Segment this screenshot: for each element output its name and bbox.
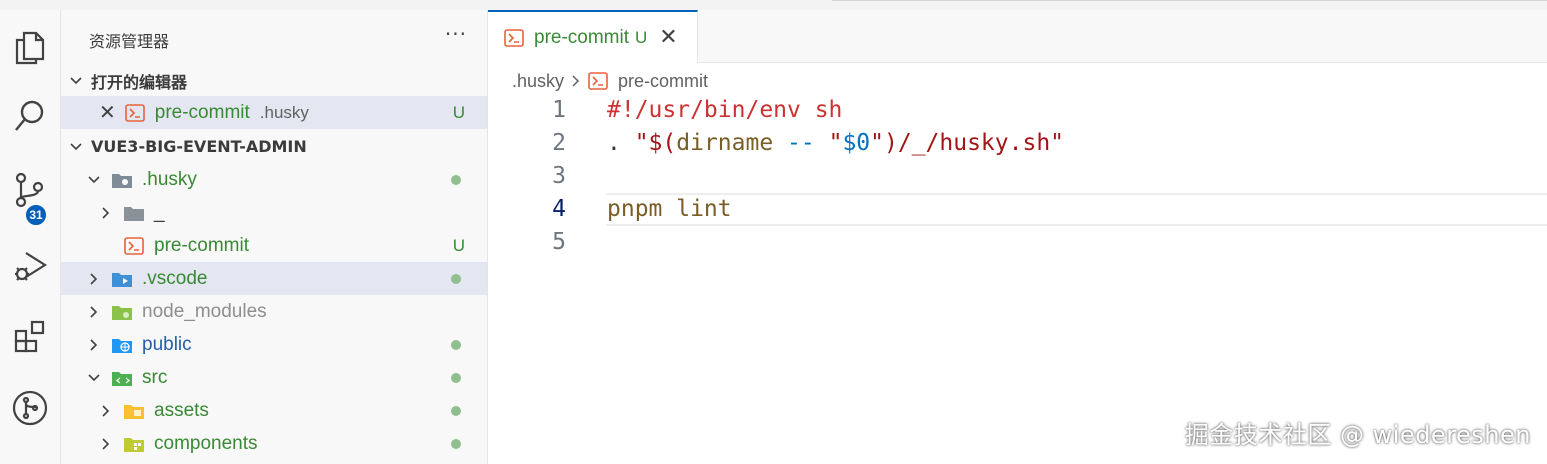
code-text: #!/usr/bin/env sh: [607, 97, 843, 123]
line-number: 1: [552, 97, 566, 123]
line-number: 4: [552, 196, 566, 222]
watermark: 掘金技术社区 @ wiedereshen: [1184, 421, 1531, 449]
chevron-down-icon: [67, 138, 85, 156]
tree-item-label: components: [154, 432, 258, 454]
untracked-status: U: [452, 102, 465, 122]
tree-item-label: node_modules: [142, 300, 267, 322]
line-number: 2: [552, 130, 566, 156]
tree-item-label: .husky: [142, 168, 197, 190]
more-actions-button[interactable]: ···: [445, 22, 467, 46]
breadcrumb: .husky pre-commit: [512, 68, 708, 94]
code-text: . "$(dirname -- "$0")/_/husky.sh": [607, 130, 1065, 156]
modified-dot: [451, 273, 461, 284]
tree-item-husky[interactable]: .husky: [61, 163, 487, 196]
code-line: 1 #!/usr/bin/env sh: [488, 94, 1547, 127]
open-editor-dir: .husky: [259, 102, 309, 122]
tree-item-src[interactable]: src: [61, 361, 487, 394]
explorer-title: 资源管理器: [89, 32, 170, 51]
tree-item-underscore[interactable]: _: [61, 196, 487, 229]
shell-file-icon: [588, 72, 608, 90]
untracked-status: U: [452, 235, 465, 255]
tab-label: pre-commit: [534, 26, 630, 48]
code-line: 5: [488, 226, 1547, 259]
close-icon[interactable]: ✕: [99, 100, 116, 125]
activity-bar: 31: [0, 10, 61, 464]
open-editor-name: pre-commit: [154, 101, 250, 123]
line-number: 3: [552, 163, 566, 189]
tree-item-node-modules[interactable]: node_modules: [61, 295, 487, 328]
project-header[interactable]: VUE3-BIG-EVENT-ADMIN: [61, 130, 487, 163]
modified-dot: [451, 372, 461, 383]
chevron-right-icon: [570, 74, 582, 88]
explorer-sidebar: 资源管理器 ··· 打开的编辑器 ✕ pre-commit .husky U V…: [61, 10, 488, 464]
tree-item-label: src: [142, 366, 168, 388]
title-strip: [0, 0, 1547, 10]
code-line: 4 pnpm lint: [488, 193, 1547, 226]
code-line: 3: [488, 160, 1547, 193]
tree-item-vscode[interactable]: .vscode: [61, 262, 487, 295]
tree-item-components[interactable]: components: [61, 427, 487, 460]
shell-file-icon: [124, 103, 146, 123]
folder-icon: [123, 203, 145, 223]
tree-item-pre-commit[interactable]: pre-commit U: [61, 229, 487, 262]
chevron-right-icon: [97, 402, 115, 420]
tree-item-label: public: [142, 333, 192, 355]
run-debug-icon[interactable]: [0, 236, 60, 296]
chevron-right-icon: [85, 270, 103, 288]
search-icon[interactable]: [0, 86, 60, 146]
tab-status: U: [635, 27, 648, 47]
tab-pre-commit[interactable]: pre-commit U ✕: [488, 10, 698, 63]
code-text: pnpm lint: [607, 196, 732, 222]
modified-dot: [451, 438, 461, 449]
shell-file-icon: [504, 28, 524, 47]
close-icon[interactable]: ✕: [659, 25, 677, 50]
files-icon[interactable]: [0, 18, 60, 78]
tree-item-label: .vscode: [142, 267, 208, 289]
folder-assets-icon: [123, 401, 145, 421]
open-editors-header[interactable]: 打开的编辑器: [61, 64, 487, 97]
open-editor-item[interactable]: ✕ pre-commit .husky U: [61, 96, 487, 129]
tree-item-label: pre-commit: [154, 234, 250, 256]
chevron-down-icon: [85, 369, 103, 387]
source-control-badge: 31: [24, 203, 48, 227]
tree-item-label: _: [154, 201, 165, 223]
folder-public-icon: [111, 335, 133, 355]
git-graph-icon[interactable]: [0, 378, 60, 438]
chevron-right-icon: [85, 336, 103, 354]
modified-dot: [451, 339, 461, 350]
tree-item-label: assets: [154, 399, 209, 421]
chevron-down-icon: [85, 171, 103, 189]
chevron-down-icon: [67, 72, 85, 90]
editor-tabs: pre-commit U ✕: [488, 10, 1547, 63]
code-line: 2 . "$(dirname -- "$0")/_/husky.sh": [488, 127, 1547, 160]
modified-dot: [451, 405, 461, 416]
chevron-right-icon: [97, 204, 115, 222]
folder-vscode-icon: [111, 269, 133, 289]
folder-node-icon: [111, 302, 133, 322]
folder-src-icon: [111, 368, 133, 388]
chevron-right-icon: [85, 303, 103, 321]
line-number: 5: [552, 229, 566, 255]
tree-item-assets[interactable]: assets: [61, 394, 487, 427]
open-editors-label: 打开的编辑器: [91, 72, 188, 92]
modified-dot: [451, 174, 461, 185]
shell-file-icon: [123, 236, 145, 256]
folder-husky-icon: [111, 170, 133, 190]
project-name: VUE3-BIG-EVENT-ADMIN: [91, 137, 307, 156]
tree-item-public[interactable]: public: [61, 328, 487, 361]
breadcrumb-folder[interactable]: .husky: [512, 71, 564, 92]
chevron-right-icon: [97, 435, 115, 453]
folder-components-icon: [123, 434, 145, 454]
breadcrumb-file[interactable]: pre-commit: [618, 71, 708, 92]
extensions-icon[interactable]: [0, 306, 60, 366]
